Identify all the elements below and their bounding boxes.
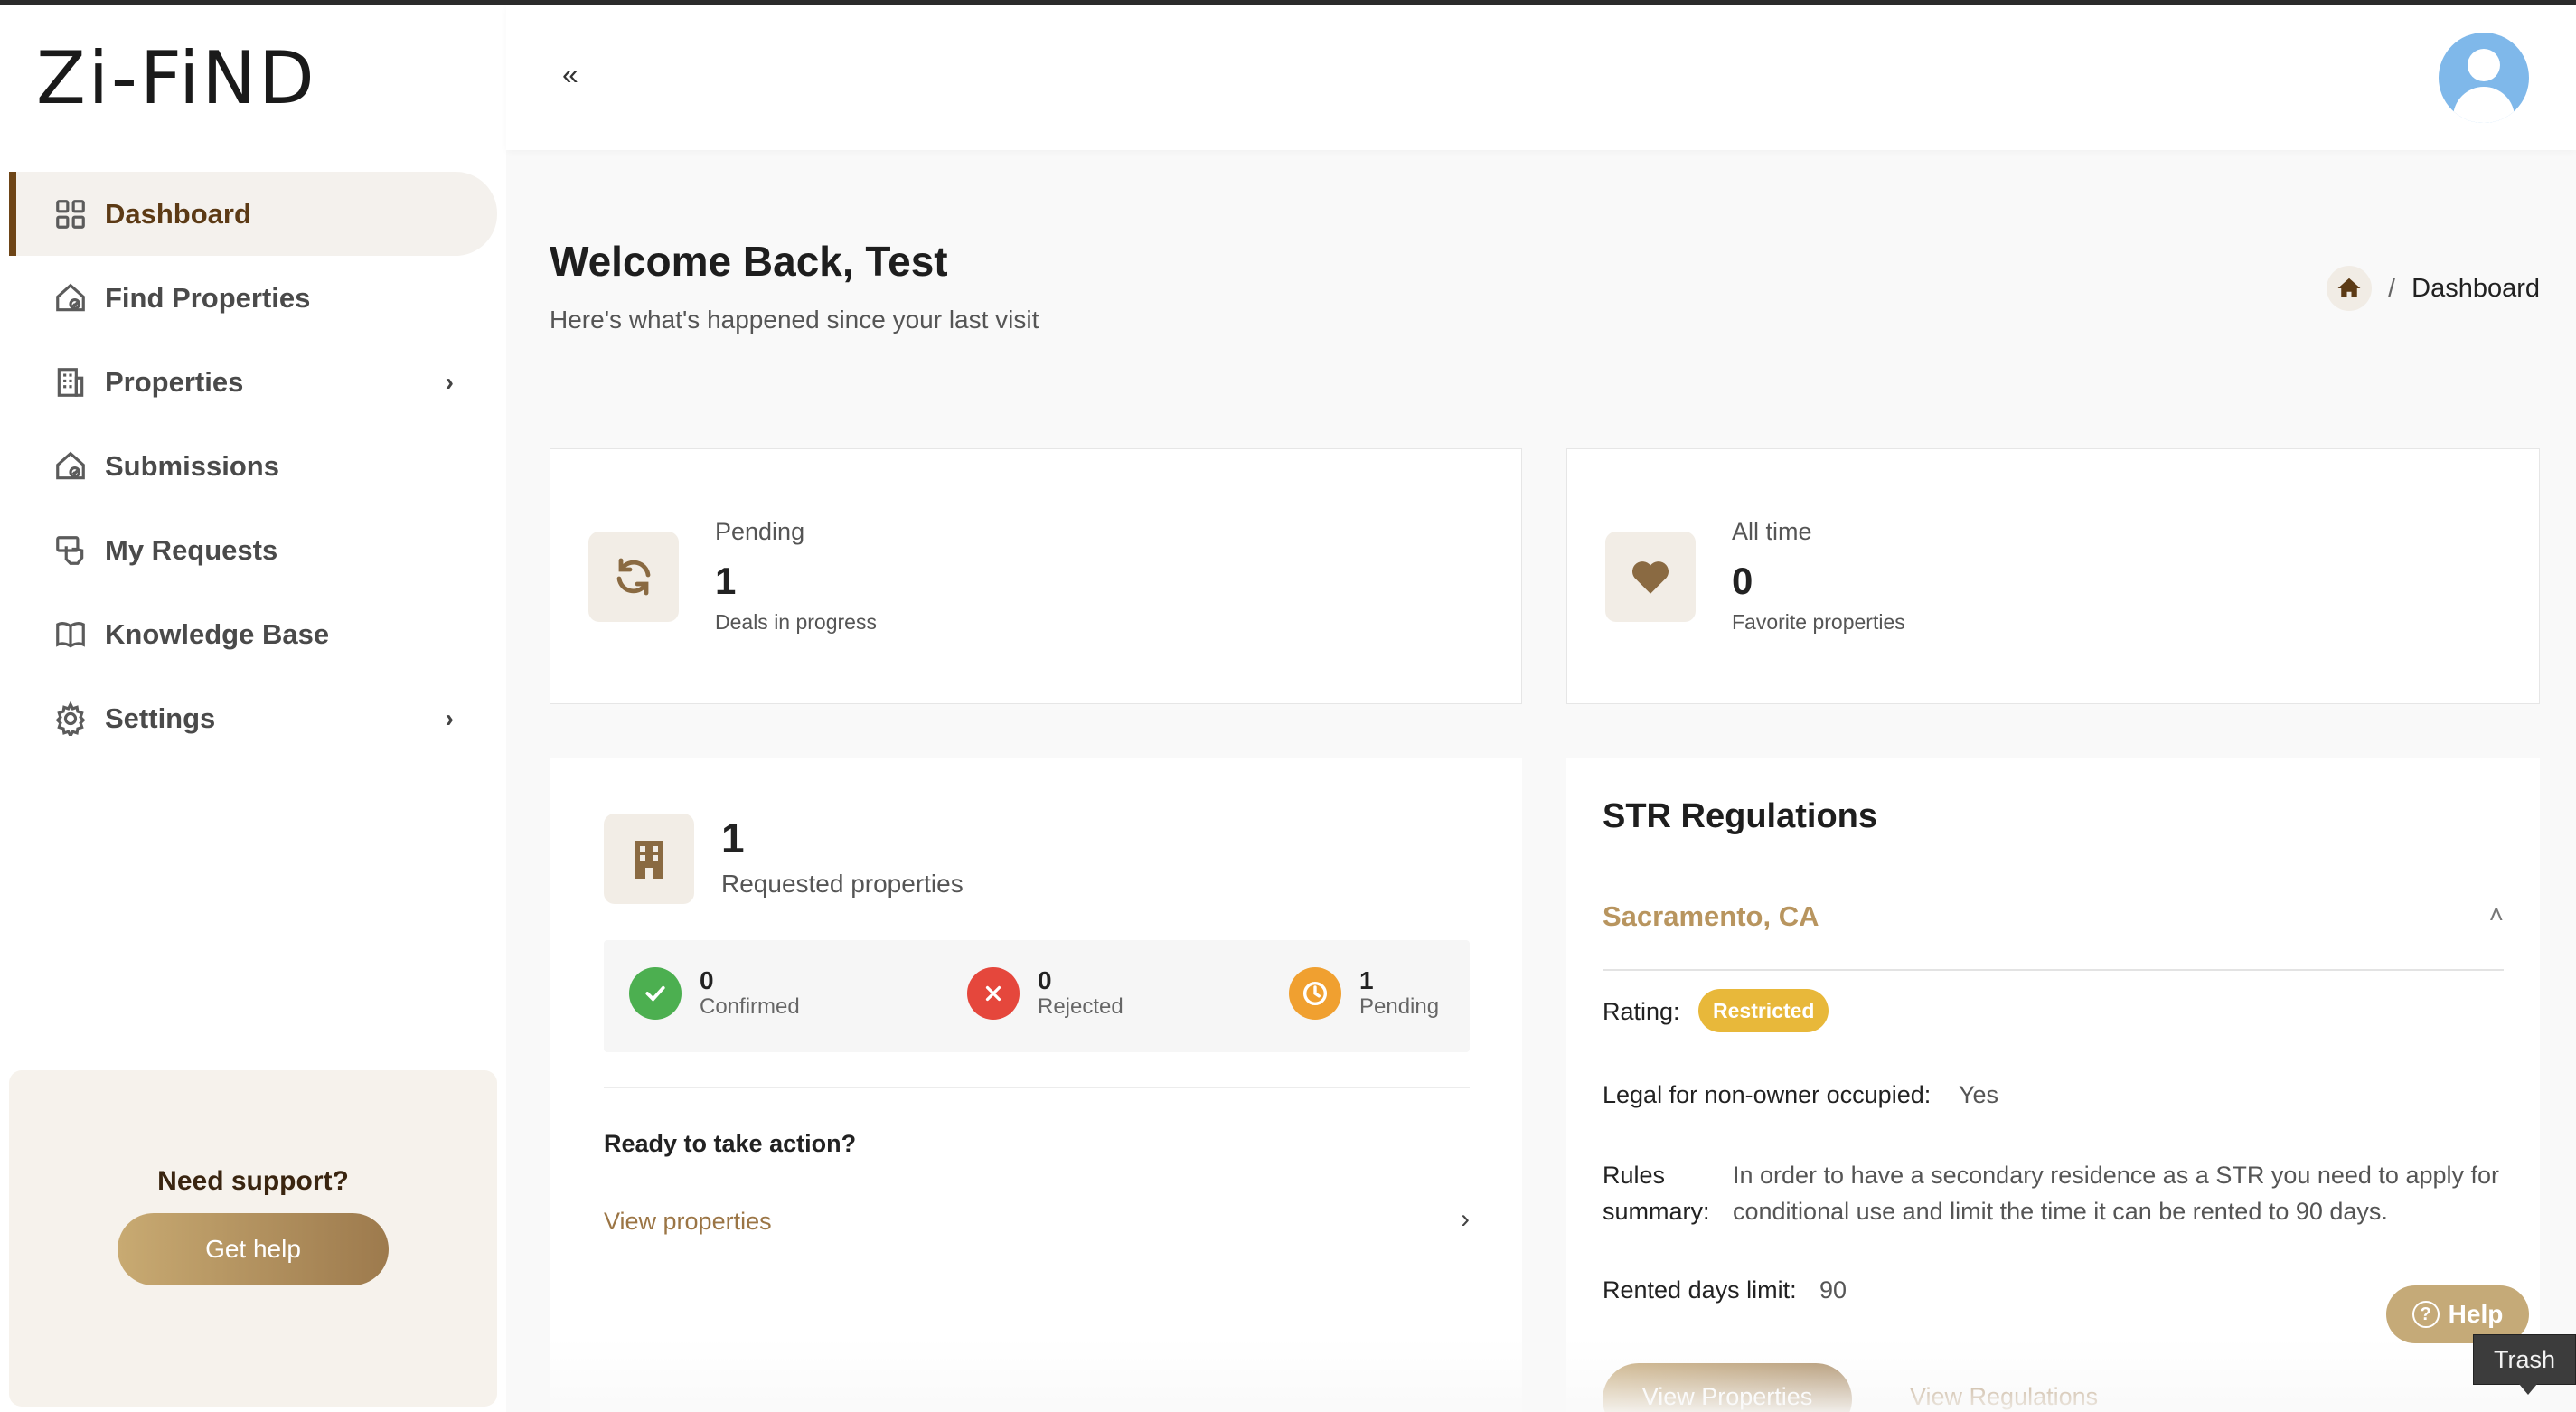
status-label: Rejected [1038,994,1123,1019]
get-help-button[interactable]: Get help [118,1213,389,1285]
stat-value: 0 [1732,560,1753,602]
favorite-properties-card: All time 0 Favorite properties [1566,448,2540,704]
clock-icon [1289,967,1341,1020]
rules-label-line-2: summary: [1603,1198,1710,1225]
home-icon[interactable] [2327,266,2373,311]
accordion-city-header[interactable]: Sacramento, CA [1603,900,1819,933]
status-badge: Restricted [1698,989,1829,1032]
chevron-right-icon: › [445,703,454,732]
chevron-up-icon[interactable]: ˄ [2489,900,2504,929]
requested-properties-card: 1 Requested properties 0 Confirmed 0 Rej… [550,758,1522,1412]
sidebar-nav: Dashboard Find Properties Properties › S… [9,172,497,760]
sidebar-item-label: Settings [105,701,216,734]
requested-count: 1 [721,814,745,861]
sidebar-item-properties[interactable]: Properties › [9,340,497,424]
sidebar-item-label: Find Properties [105,281,311,314]
hand-pointer-icon [52,532,89,569]
rules-summary-label: Rules summary: [1603,1157,1710,1229]
rating-label: Rating: [1603,998,1680,1025]
status-count: 0 [1038,966,1052,994]
refresh-icon [588,532,679,622]
divider [604,1087,1470,1088]
cta-title: Ready to take action? [604,1130,857,1157]
collapse-sidebar-icon[interactable]: « [562,58,578,91]
breadcrumb-separator: / [2388,273,2396,303]
x-icon [967,967,1020,1020]
sidebar-item-find-properties[interactable]: Find Properties [9,256,497,340]
requested-label: Requested properties [721,870,964,898]
book-icon [52,617,89,653]
legal-value: Yes [1959,1081,1999,1108]
support-title: Need support? [157,1166,349,1196]
office-building-icon [604,814,694,904]
sidebar-item-label: Dashboard [105,197,251,230]
sidebar: Zi-FiND Dashboard Find Properties Proper… [0,5,506,1412]
avatar-body [2453,87,2515,123]
sidebar-item-knowledge-base[interactable]: Knowledge Base [9,592,497,676]
app-logo[interactable]: Zi-FiND [36,36,317,120]
check-icon [629,967,682,1020]
gear-icon [52,701,89,737]
view-regulations-link[interactable]: View Regulations [1910,1383,2098,1411]
support-panel: Need support? Get help [9,1070,497,1407]
heart-icon [1605,532,1696,622]
chevron-right-icon[interactable]: › [1461,1204,1470,1235]
page-title: Welcome Back, Test [550,238,948,285]
sidebar-item-label: Properties [105,365,244,398]
avatar[interactable] [2439,33,2529,123]
sidebar-item-dashboard[interactable]: Dashboard [9,172,497,256]
trash-tooltip: Trash [2473,1334,2576,1395]
rules-label-line-1: Rules [1603,1162,1666,1189]
question-icon: ? [2411,1301,2440,1328]
stat-label: All time [1732,518,1812,545]
stat-caption: Favorite properties [1732,610,1905,634]
status-rejected: 0 Rejected [967,967,1123,1020]
divider [1603,969,2504,971]
sidebar-item-label: My Requests [105,533,278,566]
house-search-icon [52,280,89,316]
legal-label: Legal for non-owner occupied: [1603,1081,1932,1108]
avatar-head [2468,49,2500,81]
rented-days-value: 90 [1819,1276,1847,1304]
view-properties-button[interactable]: View Properties [1603,1363,1852,1412]
grid-icon [52,196,89,232]
building-icon [52,364,89,400]
status-count: 0 [700,966,714,994]
sidebar-item-settings[interactable]: Settings › [9,676,497,760]
sidebar-item-label: Knowledge Base [105,617,330,650]
stat-caption: Deals in progress [715,610,877,634]
page-subtitle: Here's what's happened since your last v… [550,306,1039,334]
status-pending: 1 Pending [1289,967,1439,1020]
rented-days-label: Rented days limit: [1603,1276,1797,1304]
breadcrumb-current: Dashboard [2411,273,2540,303]
sidebar-item-my-requests[interactable]: My Requests [9,508,497,592]
sidebar-item-submissions[interactable]: Submissions [9,424,497,508]
status-count: 1 [1359,966,1374,994]
view-properties-link[interactable]: View properties [604,1208,772,1236]
help-label: Help [2448,1300,2504,1328]
house-check-icon [52,448,89,485]
status-label: Confirmed [700,994,800,1019]
card-title: STR Regulations [1603,797,1878,835]
rules-summary-text: In order to have a secondary residence a… [1733,1162,2499,1225]
status-label: Pending [1359,994,1440,1019]
breadcrumb: / Dashboard [2327,266,2540,311]
stat-label: Pending [715,518,805,545]
sidebar-item-label: Submissions [105,449,279,482]
status-confirmed: 0 Confirmed [629,967,800,1020]
stat-value: 1 [715,560,737,602]
request-status-summary: 0 Confirmed 0 Rejected 1 Pending [604,940,1470,1052]
pending-deals-card: Pending 1 Deals in progress [550,448,1522,704]
topbar: « [506,5,2576,150]
chevron-right-icon: › [445,367,454,396]
